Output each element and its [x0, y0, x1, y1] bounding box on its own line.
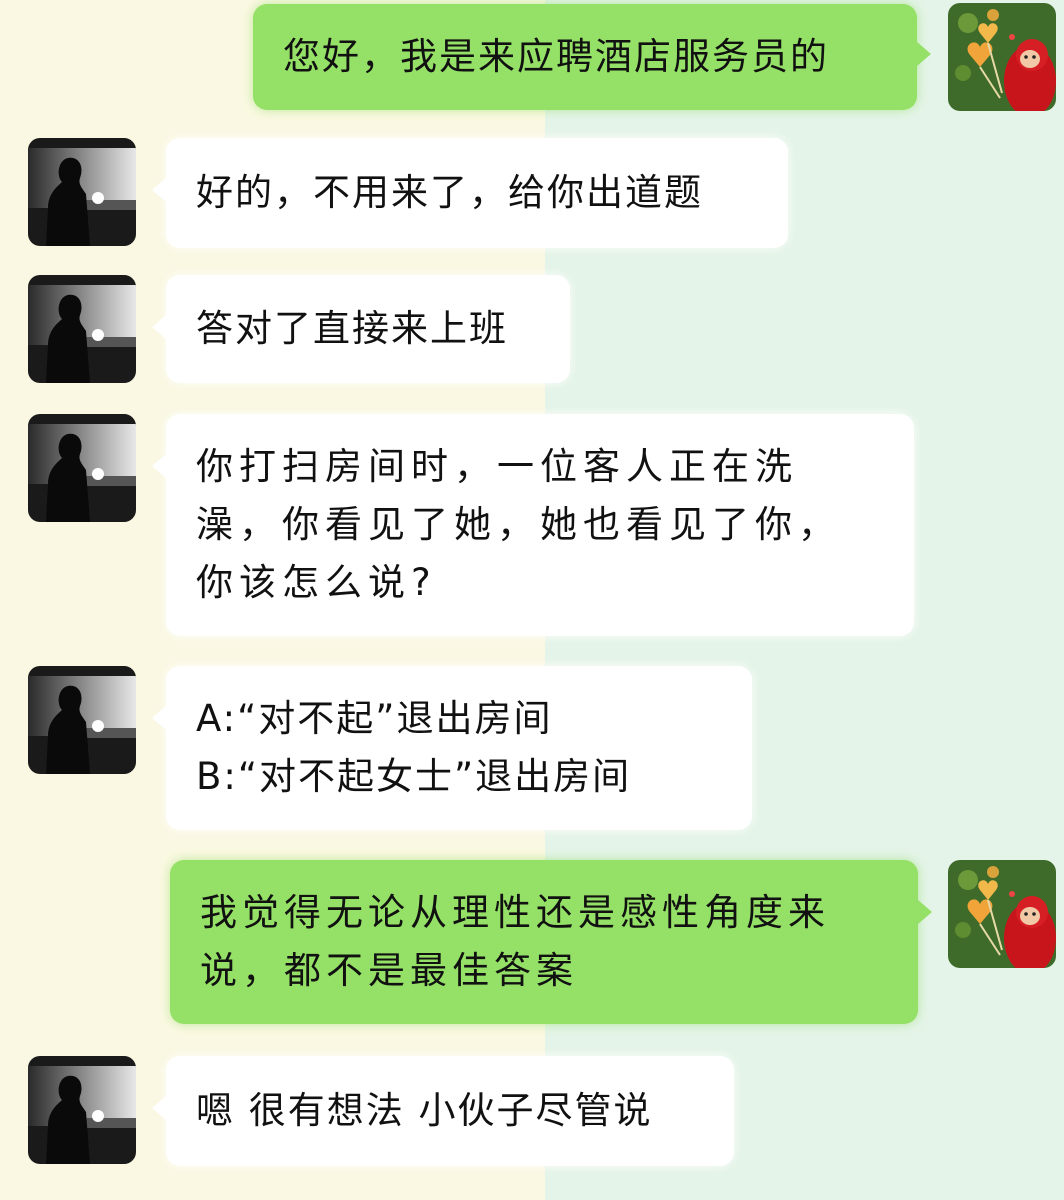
- contact-avatar-icon[interactable]: [28, 275, 136, 383]
- my-avatar-icon[interactable]: [948, 860, 1056, 968]
- message-bubble-incoming[interactable]: 答对了直接来上班: [166, 275, 570, 383]
- bubble-tail: [152, 706, 166, 730]
- answer-option-b: B:“对不起女士”退出房间: [196, 755, 632, 798]
- message-text-line: 你打扫房间时，一位客人正在洗: [196, 445, 798, 488]
- bubble-tail: [152, 1096, 166, 1120]
- message-bubble-incoming[interactable]: A:“对不起”退出房间 B:“对不起女士”退出房间: [166, 666, 752, 830]
- message-bubble-incoming[interactable]: 你打扫房间时，一位客人正在洗 澡，你看见了她，她也看见了你， 你该怎么说?: [166, 414, 914, 636]
- bubble-tail: [152, 178, 166, 202]
- message-bubble-incoming[interactable]: 好的，不用来了，给你出道题: [166, 138, 788, 248]
- message-text-line: 你该怎么说?: [196, 561, 437, 604]
- message-text: 您好，我是来应聘酒店服务员的: [283, 35, 829, 78]
- contact-avatar-icon[interactable]: [28, 138, 136, 246]
- bubble-tail: [917, 42, 931, 66]
- my-avatar-icon[interactable]: [948, 3, 1056, 111]
- bubble-tail: [152, 315, 166, 339]
- message-text-line: 澡，你看见了她，她也看见了你，: [196, 503, 841, 546]
- bubble-tail: [918, 900, 932, 924]
- message-text-line: 我觉得无论从理性还是感性角度来: [200, 891, 830, 934]
- contact-avatar-icon[interactable]: [28, 666, 136, 774]
- message-bubble-incoming[interactable]: 嗯 很有想法 小伙子尽管说: [166, 1056, 734, 1166]
- answer-option-a: A:“对不起”退出房间: [196, 697, 553, 740]
- bubble-tail: [152, 454, 166, 478]
- message-bubble-outgoing[interactable]: 您好，我是来应聘酒店服务员的: [253, 4, 917, 110]
- message-text-line: 说，都不是最佳答案: [200, 949, 578, 992]
- message-text: 嗯 很有想法 小伙子尽管说: [196, 1089, 653, 1132]
- message-bubble-outgoing[interactable]: 我觉得无论从理性还是感性角度来 说，都不是最佳答案: [170, 860, 918, 1024]
- contact-avatar-icon[interactable]: [28, 1056, 136, 1164]
- message-text: 答对了直接来上班: [196, 307, 508, 350]
- contact-avatar-icon[interactable]: [28, 414, 136, 522]
- message-text: 好的，不用来了，给你出道题: [196, 171, 703, 214]
